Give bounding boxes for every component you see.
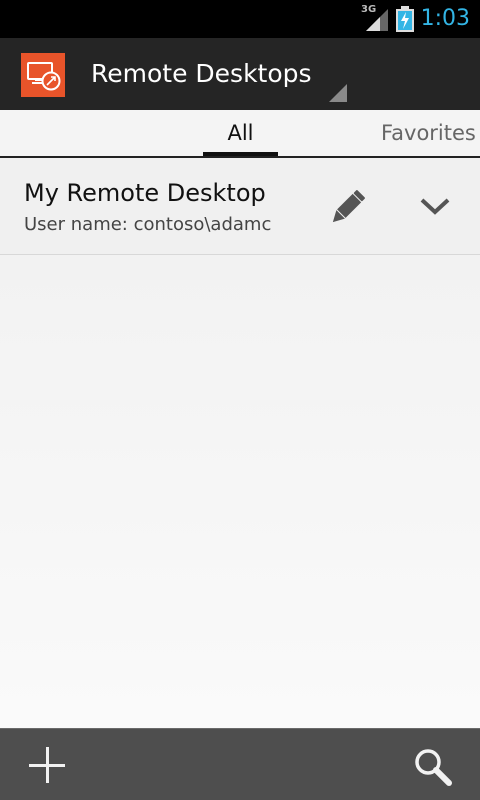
list-empty-area: [0, 255, 480, 728]
chevron-down-icon[interactable]: [416, 191, 454, 221]
search-icon[interactable]: [412, 746, 452, 786]
app-title[interactable]: Remote Desktops: [91, 58, 312, 90]
battery-charging-icon: [396, 6, 414, 32]
remote-desktop-icon[interactable]: [21, 53, 65, 97]
spinner-triangle-icon[interactable]: [329, 84, 347, 102]
tab-selected-indicator: [203, 152, 278, 156]
tab-favorites-label: Favorites: [381, 121, 476, 145]
tab-favorites[interactable]: Favorites: [381, 110, 476, 156]
desktop-username: User name: contoso\adamc: [24, 214, 272, 235]
bottom-action-bar: [0, 728, 480, 800]
tab-all[interactable]: All: [203, 110, 278, 156]
desktop-name: My Remote Desktop: [24, 179, 266, 207]
signal-icon: [366, 9, 388, 31]
status-bar: 3G 1:03: [0, 0, 480, 38]
tab-all-label: All: [227, 121, 254, 145]
plus-icon[interactable]: [27, 745, 67, 785]
desktop-list-item[interactable]: My Remote Desktop User name: contoso\ada…: [0, 158, 480, 255]
tab-bar: All Favorites: [0, 110, 480, 158]
clock: 1:03: [420, 6, 470, 31]
action-bar: Remote Desktops: [0, 38, 480, 110]
pencil-icon[interactable]: [324, 185, 370, 231]
